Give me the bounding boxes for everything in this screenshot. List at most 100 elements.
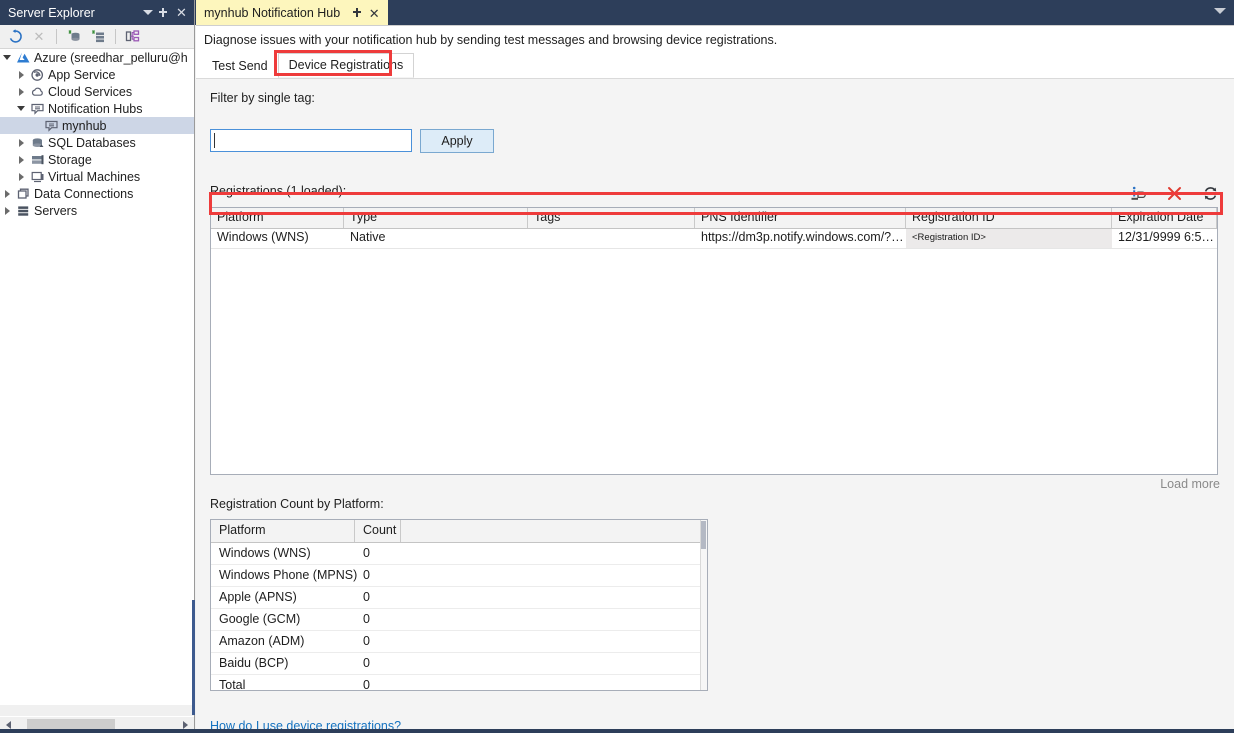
load-more-label[interactable]: Load more xyxy=(1160,477,1220,491)
registrations-grid[interactable]: PlatformTypeTagsPNS IdentifierRegistrati… xyxy=(210,207,1218,475)
caret-down-icon xyxy=(143,10,153,15)
server-explorer-title: Server Explorer xyxy=(8,6,139,20)
count-table-vscrollbar[interactable] xyxy=(700,520,707,691)
panel-accent-bar xyxy=(192,600,195,715)
tree-item-data-connections[interactable]: Data Connections xyxy=(0,185,194,202)
refresh-icon[interactable] xyxy=(1200,183,1220,203)
pin-icon xyxy=(159,7,170,19)
grid-column-header[interactable]: Expiration Date xyxy=(1112,208,1217,228)
scroll-thumb[interactable] xyxy=(701,521,706,549)
hierarchy-icon[interactable] xyxy=(122,26,144,47)
connect-database-icon[interactable] xyxy=(63,26,85,47)
count-table-row: Apple (APNS)0 xyxy=(211,587,707,609)
tree-item-virtual-machines[interactable]: Virtual Machines xyxy=(0,168,194,185)
cell-count: 0 xyxy=(355,565,401,586)
document-tab-notification-hub[interactable]: mynhub Notification Hub ✕ xyxy=(196,0,388,25)
filter-tag-input[interactable] xyxy=(210,129,412,152)
tab-pin-button[interactable] xyxy=(350,4,366,22)
expander-collapsed-icon[interactable] xyxy=(0,207,14,215)
tree-item-servers[interactable]: Servers xyxy=(0,202,194,219)
count-table-row: Windows Phone (MPNS)0 xyxy=(211,565,707,587)
registrations-caption: Registrations (1 loaded): xyxy=(210,184,346,198)
tab-device-registrations[interactable]: Device Registrations xyxy=(278,53,415,78)
grid-column-header[interactable]: Tags xyxy=(528,208,695,228)
grid-column-header[interactable]: PNS Identifier xyxy=(695,208,906,228)
cell-tags xyxy=(528,229,695,248)
tree-item-azure-sreedhar-pelluru-h[interactable]: Azure (sreedhar_pelluru@h xyxy=(0,49,194,66)
tree-item-sql-databases[interactable]: SQL Databases xyxy=(0,134,194,151)
toolbar-separator xyxy=(56,29,57,44)
filter-label: Filter by single tag: xyxy=(210,91,315,105)
cell-pns-identifier: https://dm3p.notify.windows.com/?to... xyxy=(695,229,906,248)
tree-item-label: mynhub xyxy=(60,119,106,133)
registrations-toolbar xyxy=(1128,183,1220,203)
server-explorer-tree[interactable]: Azure (sreedhar_pelluru@h App ServiceClou… xyxy=(0,49,194,705)
expander-collapsed-icon[interactable] xyxy=(14,173,28,181)
chevron-down-icon[interactable] xyxy=(1214,8,1226,14)
app-service-icon xyxy=(28,68,46,82)
text-caret xyxy=(214,133,215,148)
registrations-grid-body[interactable]: Windows (WNS)Native https://dm3p.notify.w… xyxy=(211,229,1217,249)
device-registrations-pane: Filter by single tag: Apply Registration… xyxy=(196,78,1234,733)
expander-collapsed-icon[interactable] xyxy=(14,88,28,96)
grid-column-header[interactable]: Platform xyxy=(211,208,344,228)
count-column-header[interactable]: Platform xyxy=(211,520,355,542)
tab-close-button[interactable]: ✕ xyxy=(366,4,382,22)
cloud-services-icon xyxy=(28,85,46,99)
grid-column-header[interactable]: Type xyxy=(344,208,528,228)
tree-item-cloud-services[interactable]: Cloud Services xyxy=(0,83,194,100)
count-column-header[interactable]: Count xyxy=(355,520,401,542)
apply-button[interactable]: Apply xyxy=(420,129,494,153)
registration-count-table[interactable]: PlatformCount Windows (WNS)0Windows Phon… xyxy=(210,519,708,691)
tab-test-send[interactable]: Test Send xyxy=(202,55,278,78)
pin-icon xyxy=(353,7,364,19)
registrations-table-row[interactable]: Windows (WNS)Native https://dm3p.notify.w… xyxy=(211,229,1217,249)
cell-platform: Windows (WNS) xyxy=(211,229,344,248)
count-table-caption: Registration Count by Platform: xyxy=(210,497,384,511)
tree-item-notification-hubs[interactable]: Notification Hubs xyxy=(0,100,194,117)
window-menu-button[interactable] xyxy=(139,3,156,23)
cell-platform: Baidu (BCP) xyxy=(211,653,355,674)
cell-count: 0 xyxy=(355,543,401,564)
visual-studio-window: Server Explorer ✕ ✕ xyxy=(0,0,1234,733)
expander-collapsed-icon[interactable] xyxy=(14,139,28,147)
cell-platform: Windows (WNS) xyxy=(211,543,355,564)
cell-platform: Apple (APNS) xyxy=(211,587,355,608)
properties-icon[interactable] xyxy=(1128,183,1148,203)
tree-item-mynhub[interactable]: mynhub xyxy=(0,117,194,134)
cell-count: 0 xyxy=(355,587,401,608)
tree-item-storage[interactable]: Storage xyxy=(0,151,194,168)
close-icon: ✕ xyxy=(176,6,187,19)
cell-type: Native xyxy=(344,229,528,248)
auto-hide-button[interactable] xyxy=(156,3,173,23)
server-explorer-toolbar: ✕ xyxy=(0,25,194,49)
expander-collapsed-icon[interactable] xyxy=(0,190,14,198)
delete-x-icon[interactable] xyxy=(1164,183,1184,203)
cell-platform: Total xyxy=(211,675,355,691)
tree-item-label: Storage xyxy=(46,153,92,167)
tree-item-label: App Service xyxy=(46,68,115,82)
tree-item-label: Azure (sreedhar_pelluru@h xyxy=(32,51,188,65)
tree-item-app-service[interactable]: App Service xyxy=(0,66,194,83)
expander-expanded-icon[interactable] xyxy=(14,106,28,111)
sql-database-icon xyxy=(28,136,46,150)
cell-platform: Amazon (ADM) xyxy=(211,631,355,652)
cell-count: 0 xyxy=(355,631,401,652)
connect-server-icon[interactable] xyxy=(87,26,109,47)
grid-column-header[interactable]: Registration ID xyxy=(906,208,1112,228)
cell-expiration-date: 12/31/9999 6:59:59 PM xyxy=(1112,229,1217,248)
notification-hub-designer: Diagnose issues with your notification h… xyxy=(196,25,1234,733)
close-panel-button[interactable]: ✕ xyxy=(173,3,190,23)
cell-count: 0 xyxy=(355,675,401,691)
expander-collapsed-icon[interactable] xyxy=(14,156,28,164)
count-table-row: Baidu (BCP)0 xyxy=(211,653,707,675)
cell-registration-id: <Registration ID> xyxy=(906,229,1112,248)
expander-collapsed-icon[interactable] xyxy=(14,71,28,79)
refresh-icon[interactable] xyxy=(4,26,26,47)
cell-platform: Google (GCM) xyxy=(211,609,355,630)
expander-expanded-icon[interactable] xyxy=(0,55,14,60)
count-table-row: Amazon (ADM)0 xyxy=(211,631,707,653)
toolbar-separator xyxy=(115,29,116,44)
tree-item-label: Servers xyxy=(32,204,77,218)
cell-count: 0 xyxy=(355,609,401,630)
